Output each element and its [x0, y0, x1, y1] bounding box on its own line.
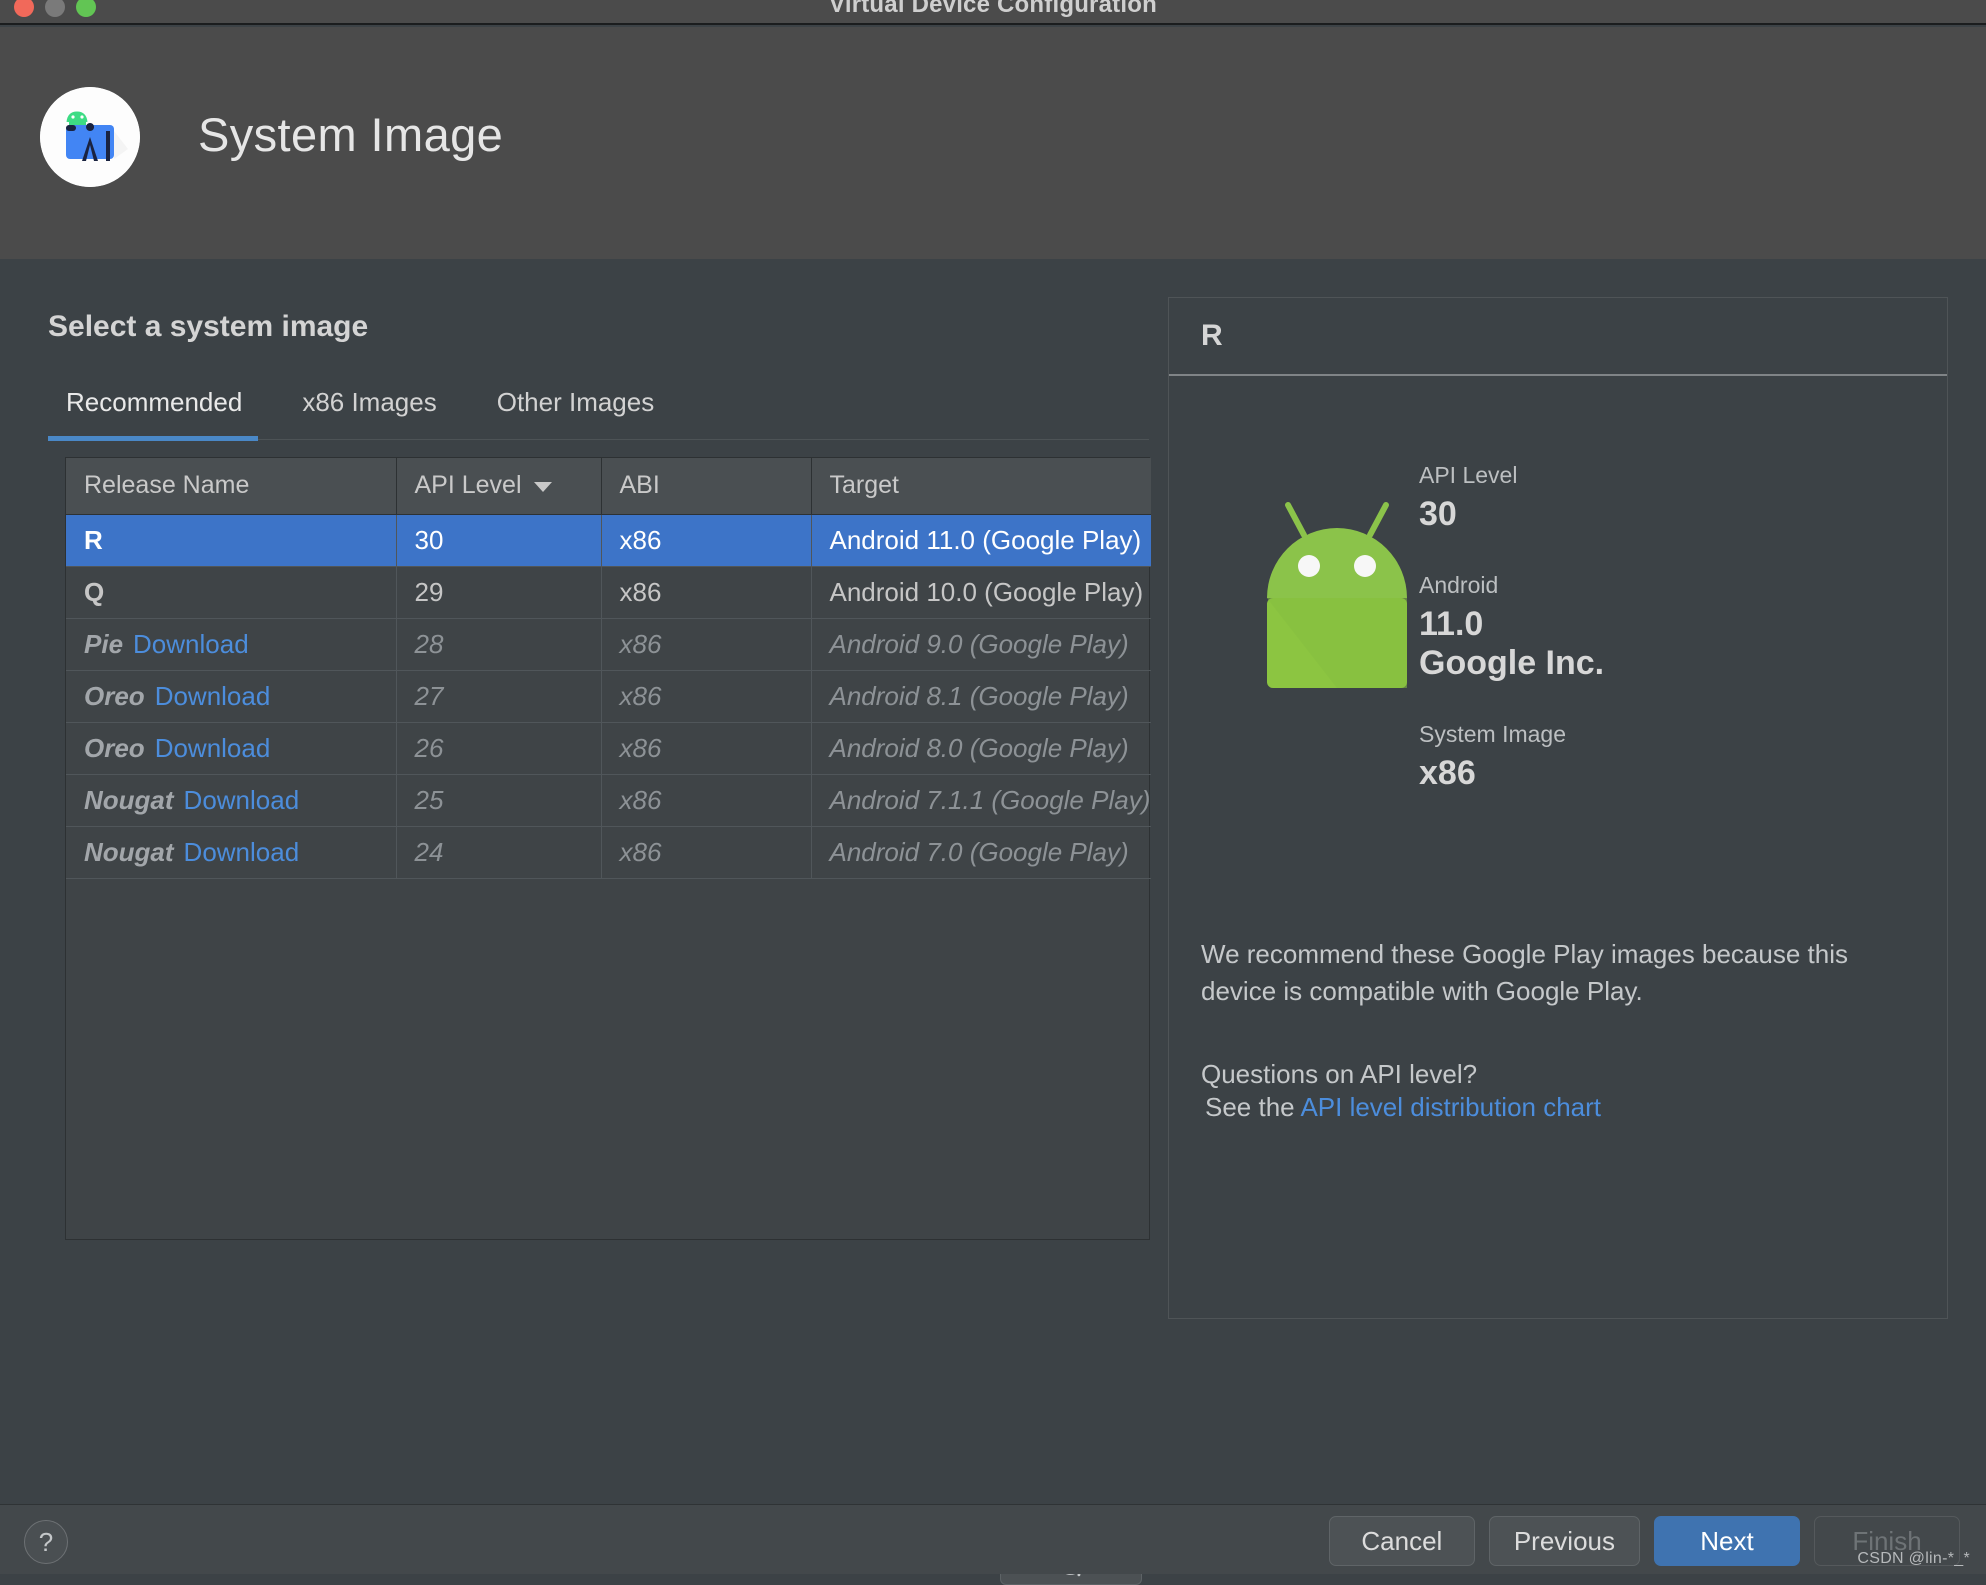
image-source-tabs: Recommended x86 Images Other Images [48, 382, 1148, 440]
download-link[interactable]: Download [155, 681, 271, 711]
section-title: Select a system image [48, 310, 369, 343]
download-link[interactable]: Download [184, 785, 300, 815]
recommendation-note: We recommend these Google Play images be… [1201, 939, 1848, 1006]
table-row[interactable]: Nougat Download 25 x86 Android 7.1.1 (Goo… [66, 774, 1151, 827]
cell-api-level: 26 [396, 722, 602, 775]
cell-target: Android 11.0 (Google Play) [811, 514, 1151, 567]
table-row[interactable]: Q 29 x86 Android 10.0 (Google Play) [66, 566, 1151, 619]
field-label-system-image: System Image [1419, 721, 1566, 747]
cell-api-level: 28 [396, 618, 602, 671]
cell-abi: x86 [601, 722, 812, 775]
cell-abi: x86 [601, 670, 812, 723]
wizard-header: System Image [0, 27, 1986, 259]
detail-header: R [1169, 298, 1947, 376]
cell-release-name: Oreo Download [66, 670, 397, 723]
cell-release-name: Q [66, 566, 397, 619]
cell-abi: x86 [601, 514, 812, 567]
system-image-table[interactable]: Release Name API Level ABI Target R 30 x… [65, 457, 1151, 1240]
table-row[interactable]: Pie Download 28 x86 Android 9.0 (Google P… [66, 618, 1151, 671]
wizard-footer: ? Cancel Previous Next Finish CSDN @lin-… [0, 1504, 1986, 1574]
cell-target: Android 10.0 (Google Play) [811, 566, 1151, 619]
cell-abi: x86 [601, 826, 812, 879]
page-title: System Image [198, 108, 504, 161]
cell-target: Android 9.0 (Google Play) [811, 618, 1151, 671]
download-link[interactable]: Download [184, 837, 300, 867]
system-image-detail-panel: R API Level 30 Android 11.0 Google Inc. … [1168, 297, 1948, 1319]
cell-release-name: Oreo Download [66, 722, 397, 775]
download-link[interactable]: Download [155, 733, 271, 763]
main-content: Select a system image Recommended x86 Im… [0, 259, 1986, 1585]
cell-api-level: 27 [396, 670, 602, 723]
detail-fields: API Level 30 Android 11.0 Google Inc. Sy… [1419, 462, 1889, 793]
tab-active-indicator [48, 436, 258, 441]
tab-x86-images[interactable]: x86 Images [272, 382, 466, 438]
field-label-android: Android [1419, 572, 1499, 598]
field-value-system-image: x86 [1419, 754, 1476, 792]
column-header-api-level-label: API Level [414, 471, 522, 500]
next-button[interactable]: Next [1654, 1516, 1800, 1566]
table-row[interactable]: Oreo Download 26 x86 Android 8.0 (Google … [66, 722, 1151, 775]
cell-target: Android 8.1 (Google Play) [811, 670, 1151, 723]
detail-body: API Level 30 Android 11.0 Google Inc. Sy… [1169, 376, 1947, 1318]
sort-descending-icon [533, 481, 552, 492]
table-row[interactable]: Oreo Download 27 x86 Android 8.1 (Google … [66, 670, 1151, 723]
cell-abi: x86 [601, 774, 812, 827]
android-studio-logo-icon [40, 87, 140, 187]
table-header-row: Release Name API Level ABI Target [66, 458, 1151, 515]
android-robot-icon [1237, 486, 1437, 721]
watermark: CSDN @lin-*_* [1857, 1550, 1970, 1567]
tab-recommended[interactable]: Recommended [48, 382, 272, 438]
tab-other-images[interactable]: Other Images [467, 382, 685, 438]
cell-abi: x86 [601, 618, 812, 671]
cell-target: Android 7.1.1 (Google Play) [811, 774, 1151, 827]
api-level-question: Questions on API level? [1201, 1059, 1478, 1089]
detail-release-name: R [1201, 319, 1223, 352]
download-link[interactable]: Download [133, 629, 249, 659]
cell-api-level: 24 [396, 826, 602, 879]
column-header-release-name[interactable]: Release Name [66, 458, 397, 515]
api-level-distribution-chart-link[interactable]: API level distribution chart [1300, 1092, 1601, 1122]
column-header-api-level[interactable]: API Level [396, 458, 602, 515]
field-value-vendor: Google Inc. [1419, 644, 1605, 682]
api-level-chart-line: See the API level distribution chart [1205, 1092, 1905, 1123]
cell-release-name: Pie Download [66, 618, 397, 671]
cell-target: Android 7.0 (Google Play) [811, 826, 1151, 879]
previous-button[interactable]: Previous [1488, 1516, 1640, 1566]
column-header-target[interactable]: Target [811, 458, 1151, 515]
field-value-android: 11.0 [1419, 605, 1484, 643]
cell-api-level: 30 [396, 514, 602, 567]
cell-abi: x86 [601, 566, 812, 619]
cell-api-level: 25 [396, 774, 602, 827]
field-value-api-level: 30 [1419, 495, 1457, 533]
column-header-abi[interactable]: ABI [601, 458, 812, 515]
cell-release-name: R [66, 514, 397, 567]
cell-target: Android 8.0 (Google Play) [811, 722, 1151, 775]
table-row[interactable]: R 30 x86 Android 11.0 (Google Play) [66, 514, 1151, 567]
table-body: R 30 x86 Android 11.0 (Google Play) Q 29… [66, 514, 1151, 879]
window-title: Virtual Device Configuration [829, 0, 1157, 18]
cancel-button[interactable]: Cancel [1328, 1516, 1475, 1566]
help-button[interactable]: ? [24, 1520, 68, 1564]
cell-api-level: 29 [396, 566, 602, 619]
window-titlebar: Virtual Device Configuration [0, 0, 1986, 25]
field-label-api-level: API Level [1419, 462, 1518, 488]
cell-release-name: Nougat Download [66, 774, 397, 827]
cell-release-name: Nougat Download [66, 826, 397, 879]
table-row[interactable]: Nougat Download 24 x86 Android 7.0 (Googl… [66, 826, 1151, 879]
see-the-label: See the [1205, 1092, 1295, 1122]
